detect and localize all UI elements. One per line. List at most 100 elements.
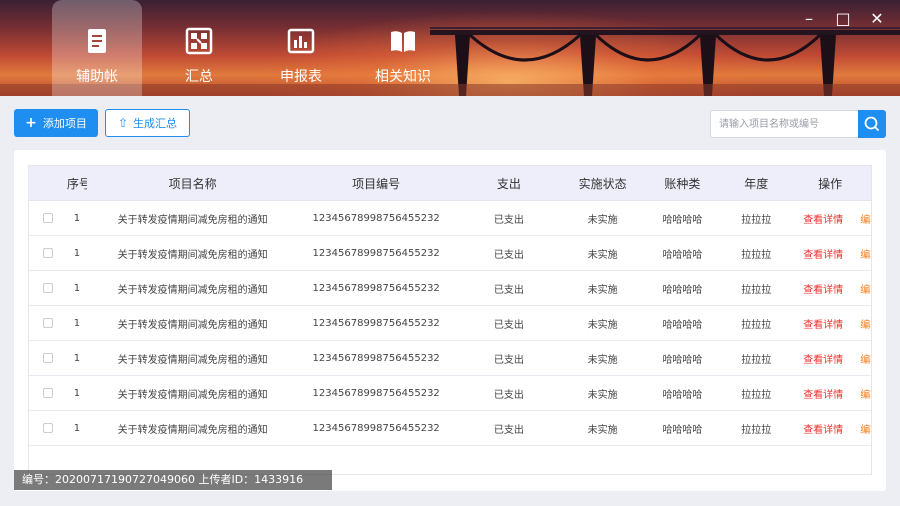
- search-input[interactable]: [710, 110, 858, 138]
- row-checkbox-cell: [29, 318, 67, 328]
- table-header: 序号 项目名称 项目编号 支出 实施状态 账种类 年度 操作: [29, 166, 871, 201]
- cell-status: 未实施: [587, 424, 618, 436]
- edit-link[interactable]: 编辑: [860, 386, 871, 401]
- cell-actions: 查看详情编辑删除: [789, 281, 871, 296]
- cell-name: 关于转发疫情期间减免房租的通知: [117, 354, 268, 366]
- cell-name: 关于转发疫情期间减免房租的通知: [117, 214, 268, 226]
- cell-actions: 查看详情编辑删除: [789, 421, 871, 436]
- row-checkbox[interactable]: [42, 353, 53, 363]
- nav-label-report: 申报表: [280, 69, 322, 85]
- view-details-link[interactable]: 查看详情: [803, 211, 843, 226]
- cell-status: 未实施: [587, 284, 618, 296]
- edit-link[interactable]: 编辑: [860, 211, 871, 226]
- close-button[interactable]: ✕: [868, 10, 886, 28]
- cell-name: 关于转发疫情期间减免房租的通知: [117, 284, 268, 296]
- cell-account: 哈哈哈哈: [662, 354, 703, 366]
- row-checkbox[interactable]: [42, 213, 53, 223]
- cell-payment: 已支出: [493, 214, 524, 226]
- cell-payment: 已支出: [493, 354, 524, 366]
- main-nav: 辅助帐 汇总 申报表 相关知识: [52, 0, 448, 96]
- add-project-button[interactable]: + 添加项目: [14, 109, 98, 137]
- row-checkbox[interactable]: [42, 283, 53, 293]
- row-checkbox[interactable]: [42, 388, 53, 398]
- view-details-link[interactable]: 查看详情: [803, 246, 843, 261]
- row-checkbox[interactable]: [42, 423, 53, 433]
- cell-status: 未实施: [587, 214, 618, 226]
- col-header-status: 实施状态: [578, 176, 627, 191]
- row-checkbox[interactable]: [42, 318, 53, 328]
- nav-item-knowledge[interactable]: 相关知识: [358, 0, 448, 96]
- cell-year: 拉拉拉: [741, 319, 772, 331]
- cell-code: 12345678998756455232: [312, 422, 440, 434]
- cell-year: 拉拉拉: [741, 389, 772, 401]
- cell-code: 12345678998756455232: [312, 387, 440, 399]
- plus-icon: +: [25, 115, 37, 131]
- cell-no: 1: [73, 282, 81, 294]
- cell-year: 拉拉拉: [741, 249, 772, 261]
- cell-name: 关于转发疫情期间减免房租的通知: [117, 424, 268, 436]
- view-details-link[interactable]: 查看详情: [803, 386, 843, 401]
- cell-status: 未实施: [587, 354, 618, 366]
- edit-link[interactable]: 编辑: [860, 281, 871, 296]
- row-checkbox-cell: [29, 213, 67, 223]
- table-row: 1 关于转发疫情期间减免房租的通知 12345678998756455232 已支出 未…: [29, 341, 871, 376]
- col-header-code: 项目编号: [352, 176, 401, 191]
- table-body: 1 关于转发疫情期间减免房租的通知 12345678998756455232 已支出未…: [29, 201, 871, 446]
- cell-account: 哈哈哈哈: [662, 319, 703, 331]
- cell-account: 哈哈哈哈: [662, 389, 703, 401]
- minimize-button[interactable]: –: [800, 10, 818, 28]
- project-table: 序号 项目名称 项目编号 支出 实施状态 账种类 年度 操作 1 关于转发疫情期间…: [28, 165, 872, 475]
- view-details-link[interactable]: 查看详情: [803, 281, 843, 296]
- cell-code: 12345678998756455232: [312, 317, 440, 329]
- table-row: 1 关于转发疫情期间减免房租的通知 12345678998756455232 已支出 未…: [29, 271, 871, 306]
- view-details-link[interactable]: 查看详情: [803, 421, 843, 436]
- table-row: 1 关于转发疫情期间减免房租的通知 12345678998756455232 已支出 未…: [29, 201, 871, 236]
- cell-no: 1: [73, 387, 81, 399]
- col-header-name: 项目名称: [168, 176, 217, 191]
- col-header-account: 账种类: [664, 176, 701, 191]
- nav-item-report[interactable]: 申报表: [256, 0, 346, 96]
- edit-link[interactable]: 编辑: [860, 421, 871, 436]
- cell-code: 12345678998756455232: [312, 212, 440, 224]
- cell-code: 12345678998756455232: [312, 352, 440, 364]
- cell-payment: 已支出: [493, 249, 524, 261]
- edit-link[interactable]: 编辑: [860, 351, 871, 366]
- maximize-button[interactable]: □: [834, 10, 852, 28]
- col-header-actions: 操作: [818, 176, 843, 191]
- nav-label-knowledge: 相关知识: [375, 69, 431, 85]
- nav-item-ledger[interactable]: 辅助帐: [52, 0, 142, 96]
- cell-year: 拉拉拉: [741, 354, 772, 366]
- edit-link[interactable]: 编辑: [860, 246, 871, 261]
- cell-account: 哈哈哈哈: [662, 214, 703, 226]
- cell-no: 1: [73, 212, 81, 224]
- view-details-link[interactable]: 查看详情: [803, 351, 843, 366]
- row-checkbox-cell: [29, 283, 67, 293]
- cell-year: 拉拉拉: [741, 214, 772, 226]
- cell-payment: 已支出: [493, 319, 524, 331]
- cell-no: 1: [73, 317, 81, 329]
- cell-payment: 已支出: [493, 284, 524, 296]
- window-controls: – □ ✕: [800, 10, 886, 28]
- view-details-link[interactable]: 查看详情: [803, 316, 843, 331]
- edit-link[interactable]: 编辑: [860, 316, 871, 331]
- report-icon: [287, 28, 315, 54]
- generate-summary-button[interactable]: ⇧ 生成汇总: [105, 109, 190, 137]
- cell-actions: 查看详情编辑删除: [789, 386, 871, 401]
- row-checkbox[interactable]: [42, 248, 53, 258]
- search-icon: [864, 116, 880, 132]
- search-button[interactable]: [858, 110, 886, 138]
- table-row: 1 关于转发疫情期间减免房租的通知 12345678998756455232 已支出 未…: [29, 411, 871, 446]
- cell-no: 1: [73, 422, 81, 434]
- nav-item-summary[interactable]: 汇总: [154, 0, 244, 96]
- cell-account: 哈哈哈哈: [662, 284, 703, 296]
- generate-summary-label: 生成汇总: [133, 117, 178, 130]
- nav-label-summary: 汇总: [185, 69, 213, 85]
- cell-actions: 查看详情编辑删除: [789, 351, 871, 366]
- cell-status: 未实施: [587, 249, 618, 261]
- cell-name: 关于转发疫情期间减免房租的通知: [117, 319, 268, 331]
- cell-actions: 查看详情编辑删除: [789, 316, 871, 331]
- ledger-icon: [88, 29, 106, 53]
- cell-account: 哈哈哈哈: [662, 424, 703, 436]
- cell-year: 拉拉拉: [741, 424, 772, 436]
- nav-label-ledger: 辅助帐: [76, 69, 118, 85]
